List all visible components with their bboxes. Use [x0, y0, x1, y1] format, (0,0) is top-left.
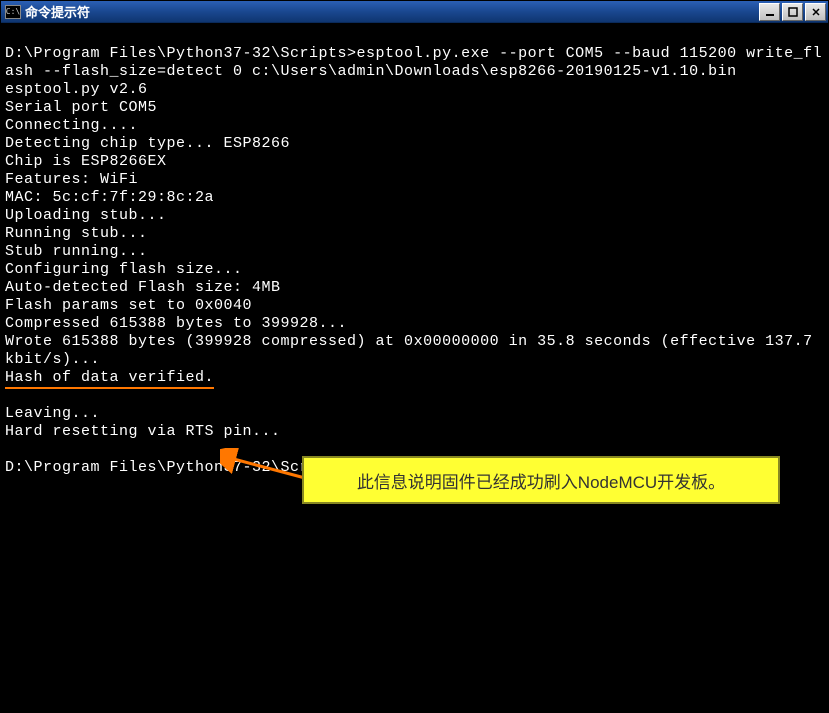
terminal-line: Connecting....	[5, 117, 138, 134]
terminal-line: Flash params set to 0x0040	[5, 297, 252, 314]
terminal-line: Leaving...	[5, 405, 100, 422]
minimize-icon	[765, 7, 775, 17]
annotation-callout: 此信息说明固件已经成功刷入NodeMCU开发板。	[302, 456, 780, 504]
window-title: 命令提示符	[25, 2, 90, 21]
terminal-line: Hard resetting via RTS pin...	[5, 423, 281, 440]
terminal-line: Uploading stub...	[5, 207, 167, 224]
terminal-line-highlighted: Hash of data verified.	[5, 369, 214, 389]
terminal-line: Stub running...	[5, 243, 148, 260]
terminal-line: Serial port COM5	[5, 99, 157, 116]
terminal-line: esptool.py v2.6	[5, 81, 148, 98]
terminal-line: Detecting chip type... ESP8266	[5, 135, 290, 152]
command-prompt-window: C:\ 命令提示符 D:\Program Files\Python37-32\S…	[0, 0, 829, 713]
arrow-icon	[220, 448, 310, 488]
minimize-button[interactable]	[759, 3, 780, 21]
annotation-text: 此信息说明固件已经成功刷入NodeMCU开发板。	[357, 468, 725, 493]
titlebar-left: C:\ 命令提示符	[5, 2, 90, 21]
terminal-line: Auto-detected Flash size: 4MB	[5, 279, 281, 296]
terminal-line: Compressed 615388 bytes to 399928...	[5, 315, 347, 332]
close-button[interactable]	[805, 3, 826, 21]
terminal-line: Chip is ESP8266EX	[5, 153, 167, 170]
maximize-icon	[788, 7, 798, 17]
cmd-icon-label: C:\	[6, 7, 20, 16]
close-icon	[811, 7, 821, 17]
titlebar[interactable]: C:\ 命令提示符	[1, 1, 828, 23]
maximize-button[interactable]	[782, 3, 803, 21]
cmd-icon: C:\	[5, 5, 21, 19]
terminal-line: MAC: 5c:cf:7f:29:8c:2a	[5, 189, 214, 206]
annotation-arrow	[220, 448, 310, 493]
terminal-line: Features: WiFi	[5, 171, 138, 188]
terminal-line: Configuring flash size...	[5, 261, 243, 278]
terminal-content[interactable]: D:\Program Files\Python37-32\Scripts>esp…	[1, 23, 828, 712]
terminal-line: Wrote 615388 bytes (399928 compressed) a…	[5, 333, 822, 368]
terminal-line: D:\Program Files\Python37-32\Scripts>esp…	[5, 45, 822, 80]
window-controls	[759, 3, 826, 21]
terminal-line: Running stub...	[5, 225, 148, 242]
